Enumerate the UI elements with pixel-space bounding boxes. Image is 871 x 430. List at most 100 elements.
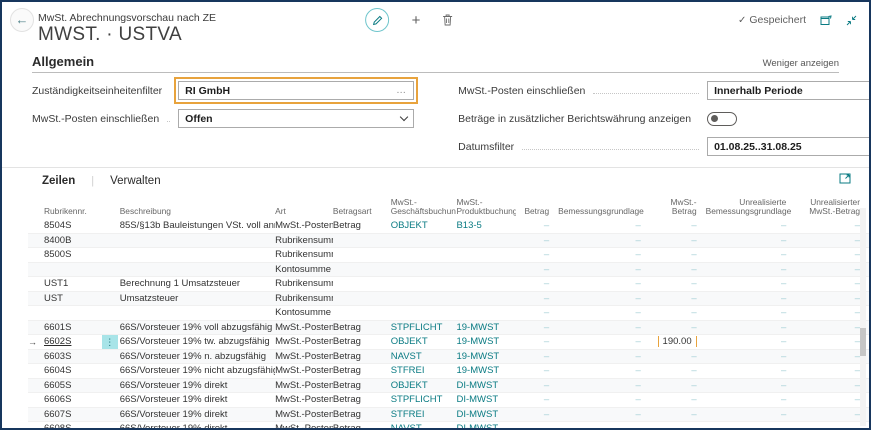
mwst-posten-periode-select[interactable]: Innerhalb Periode (707, 81, 871, 100)
table-row[interactable]: 8500SRubrikensumme––––– (28, 248, 869, 263)
datumsfilter-input[interactable]: 01.08.25..31.08.25 (707, 137, 871, 156)
cell-rubrikennr[interactable]: 6606S (44, 394, 102, 405)
column-header[interactable]: MwSt.-Betrag (650, 198, 706, 217)
column-header[interactable]: Unrealisierter MwSt.-Betrag (795, 198, 869, 217)
cell-rubrikennr[interactable]: 6608S (44, 423, 102, 430)
field-value: 01.08.25..31.08.25 (714, 141, 871, 153)
cell-mwst-geschaeftsbuchungsgruppe[interactable]: STFREI (391, 365, 457, 376)
table-row[interactable]: 8504S85S/§13b Bauleistungen VSt. voll an… (28, 219, 869, 234)
delete-button[interactable] (442, 14, 453, 26)
column-header[interactable]: MwSt.-Produktbuchungs... (456, 198, 516, 217)
cell-mwst-geschaeftsbuchungsgruppe[interactable]: NAVST (391, 351, 457, 362)
cell-mwst-produktbuchungsgruppe[interactable]: B13-5 (456, 220, 516, 231)
cell-unrealisierter-mwst-betrag: – (795, 235, 869, 246)
cell-unrealisierter-mwst-betrag: – (795, 322, 869, 333)
dotted-leader (167, 121, 170, 122)
table-row[interactable]: 6604S66S/Vorsteuer 19% nicht abzugsfähig… (28, 364, 869, 379)
page-actions: + (366, 8, 454, 32)
table-row[interactable]: UST1Berechnung 1 UmsatzsteuerRubrikensum… (28, 277, 869, 292)
open-in-window-button[interactable] (820, 15, 832, 26)
cell-bemessungsgrundlage: – (558, 278, 650, 289)
dotted-leader (522, 149, 699, 150)
cell-bemessungsgrundlage: – (558, 235, 650, 246)
column-header[interactable]: Beschreibung (120, 207, 275, 217)
cell-mwst-geschaeftsbuchungsgruppe[interactable]: STFREI (391, 409, 457, 420)
column-header[interactable]: Betrag (516, 207, 558, 217)
cell-mwst-produktbuchungsgruppe[interactable]: DI-MWST (456, 423, 516, 430)
edit-button[interactable] (366, 8, 390, 32)
cell-mwst-geschaeftsbuchungsgruppe[interactable]: STPFLICHT (391, 394, 457, 405)
berichtswaehrung-toggle[interactable] (707, 112, 737, 126)
cell-rubrikennr[interactable]: UST (44, 293, 102, 304)
page-title: MWST. · USTVA (38, 24, 182, 46)
table-row[interactable]: →6602S⋮66S/Vorsteuer 19% tw. abzugsfähig… (28, 335, 869, 350)
field-value: RI GmbH (185, 85, 396, 97)
cell-rubrikennr[interactable]: 6607S (44, 409, 102, 420)
cell-rubrikennr[interactable]: 6601S (44, 322, 102, 333)
assist-edit-button[interactable]: … (396, 85, 407, 96)
table-row[interactable]: 6601S66S/Vorsteuer 19% voll abzugsfähigM… (28, 321, 869, 336)
column-header[interactable]: Rubrikennr. (44, 207, 102, 217)
table-row[interactable]: Kontosumme––––– (28, 263, 869, 278)
vertical-scrollbar[interactable] (860, 208, 866, 426)
cell-rubrikennr[interactable]: 6604S (44, 365, 102, 376)
saved-label: Gespeichert (749, 14, 806, 26)
column-header[interactable]: Bemessungsgrundlage (558, 207, 650, 217)
cell-mwst-produktbuchungsgruppe[interactable]: DI-MWST (456, 380, 516, 391)
collapse-button[interactable] (846, 15, 857, 26)
column-header[interactable]: Art (275, 207, 333, 217)
mwst-posten-select[interactable]: Offen (178, 109, 414, 128)
breadcrumb[interactable]: MwSt. Abrechnungsvorschau nach ZE (38, 12, 216, 24)
table-row[interactable]: 6605S66S/Vorsteuer 19% direktMwSt.-Poste… (28, 379, 869, 394)
cell-mwst-geschaeftsbuchungsgruppe[interactable]: OBJEKT (391, 380, 457, 391)
field-mwst-posten-einschliessen-left: MwSt.-Posten einschließen Offen (32, 109, 414, 128)
cell-rubrikennr[interactable]: 8400B (44, 235, 102, 246)
cell-mwst-produktbuchungsgruppe[interactable]: DI-MWST (456, 409, 516, 420)
row-options-icon[interactable]: ⋮ (102, 335, 118, 349)
cell-betrag: – (516, 307, 558, 318)
cell-rubrikennr[interactable]: 6605S (44, 380, 102, 391)
cell-rubrikennr[interactable]: 6602S (44, 336, 102, 347)
column-header[interactable]: Unrealisierte Bemessungsgrundlage (706, 198, 796, 217)
cell-rubrikennr[interactable]: UST1 (44, 278, 102, 289)
cell-mwst-produktbuchungsgruppe[interactable]: 19-MWST (456, 351, 516, 362)
cell-rubrikennr[interactable]: 8504S (44, 220, 102, 231)
table-row[interactable]: Kontosumme––––– (28, 306, 869, 321)
cell-unrealisierte-bemessungsgrundlage: – (706, 278, 796, 289)
cell-unrealisierter-mwst-betrag: – (795, 351, 869, 362)
table-row[interactable]: 6607S66S/Vorsteuer 19% direktMwSt.-Poste… (28, 408, 869, 423)
zustaendigkeitseinheitenfilter-input[interactable]: RI GmbH … (178, 81, 414, 100)
table-row[interactable]: 6603S66S/Vorsteuer 19% n. abzugsfähigMwS… (28, 350, 869, 365)
show-less-link[interactable]: Weniger anzeigen (763, 58, 839, 69)
cell-mwst-produktbuchungsgruppe[interactable]: 19-MWST (456, 336, 516, 347)
cell-mwst-geschaeftsbuchungsgruppe[interactable]: NAVST (391, 423, 457, 430)
cell-mwst-produktbuchungsgruppe[interactable]: 19-MWST (456, 322, 516, 333)
column-header[interactable]: Betragsart (333, 207, 391, 217)
table-row[interactable]: 6606S66S/Vorsteuer 19% direktMwSt.-Poste… (28, 393, 869, 408)
cell-mwst-betrag[interactable]: 190.00 (650, 336, 706, 347)
cell-rubrikennr[interactable]: 8500S (44, 249, 102, 260)
table-row[interactable]: 8400BRubrikensumme––––– (28, 234, 869, 249)
new-button[interactable]: + (412, 12, 421, 29)
tab-zeilen[interactable]: Zeilen (42, 175, 75, 187)
column-header[interactable]: MwSt.-Geschäftsbuchun... (391, 198, 457, 217)
cell-rubrikennr[interactable]: 6603S (44, 351, 102, 362)
back-button[interactable]: ← (10, 8, 34, 32)
cell-mwst-geschaeftsbuchungsgruppe[interactable]: STPFLICHT (391, 322, 457, 333)
cell-mwst-produktbuchungsgruppe[interactable]: DI-MWST (456, 394, 516, 405)
tab-verwalten[interactable]: Verwalten (110, 175, 161, 187)
cell-mwst-produktbuchungsgruppe[interactable]: 19-MWST (456, 365, 516, 376)
toggle-wrap (707, 112, 871, 126)
table-row[interactable]: 6608S66S/Vorsteuer 19% direktMwSt.-Poste… (28, 422, 869, 430)
cell-art: Kontosumme (275, 307, 333, 318)
table-row[interactable]: USTUmsatzsteuerRubrikensumme––––– (28, 292, 869, 307)
scrollbar-thumb[interactable] (860, 328, 866, 356)
row-menu[interactable]: ⋮ (102, 335, 120, 349)
cell-mwst-geschaeftsbuchungsgruppe[interactable]: OBJEKT (391, 336, 457, 347)
cell-betragsart: Betrag (333, 220, 391, 231)
cell-unrealisierte-bemessungsgrundlage: – (706, 423, 796, 430)
cell-mwst-geschaeftsbuchungsgruppe[interactable]: OBJEKT (391, 220, 457, 231)
cell-unrealisierter-mwst-betrag: – (795, 394, 869, 405)
cell-betragsart: Betrag (333, 394, 391, 405)
focus-mode-button[interactable] (839, 173, 851, 184)
